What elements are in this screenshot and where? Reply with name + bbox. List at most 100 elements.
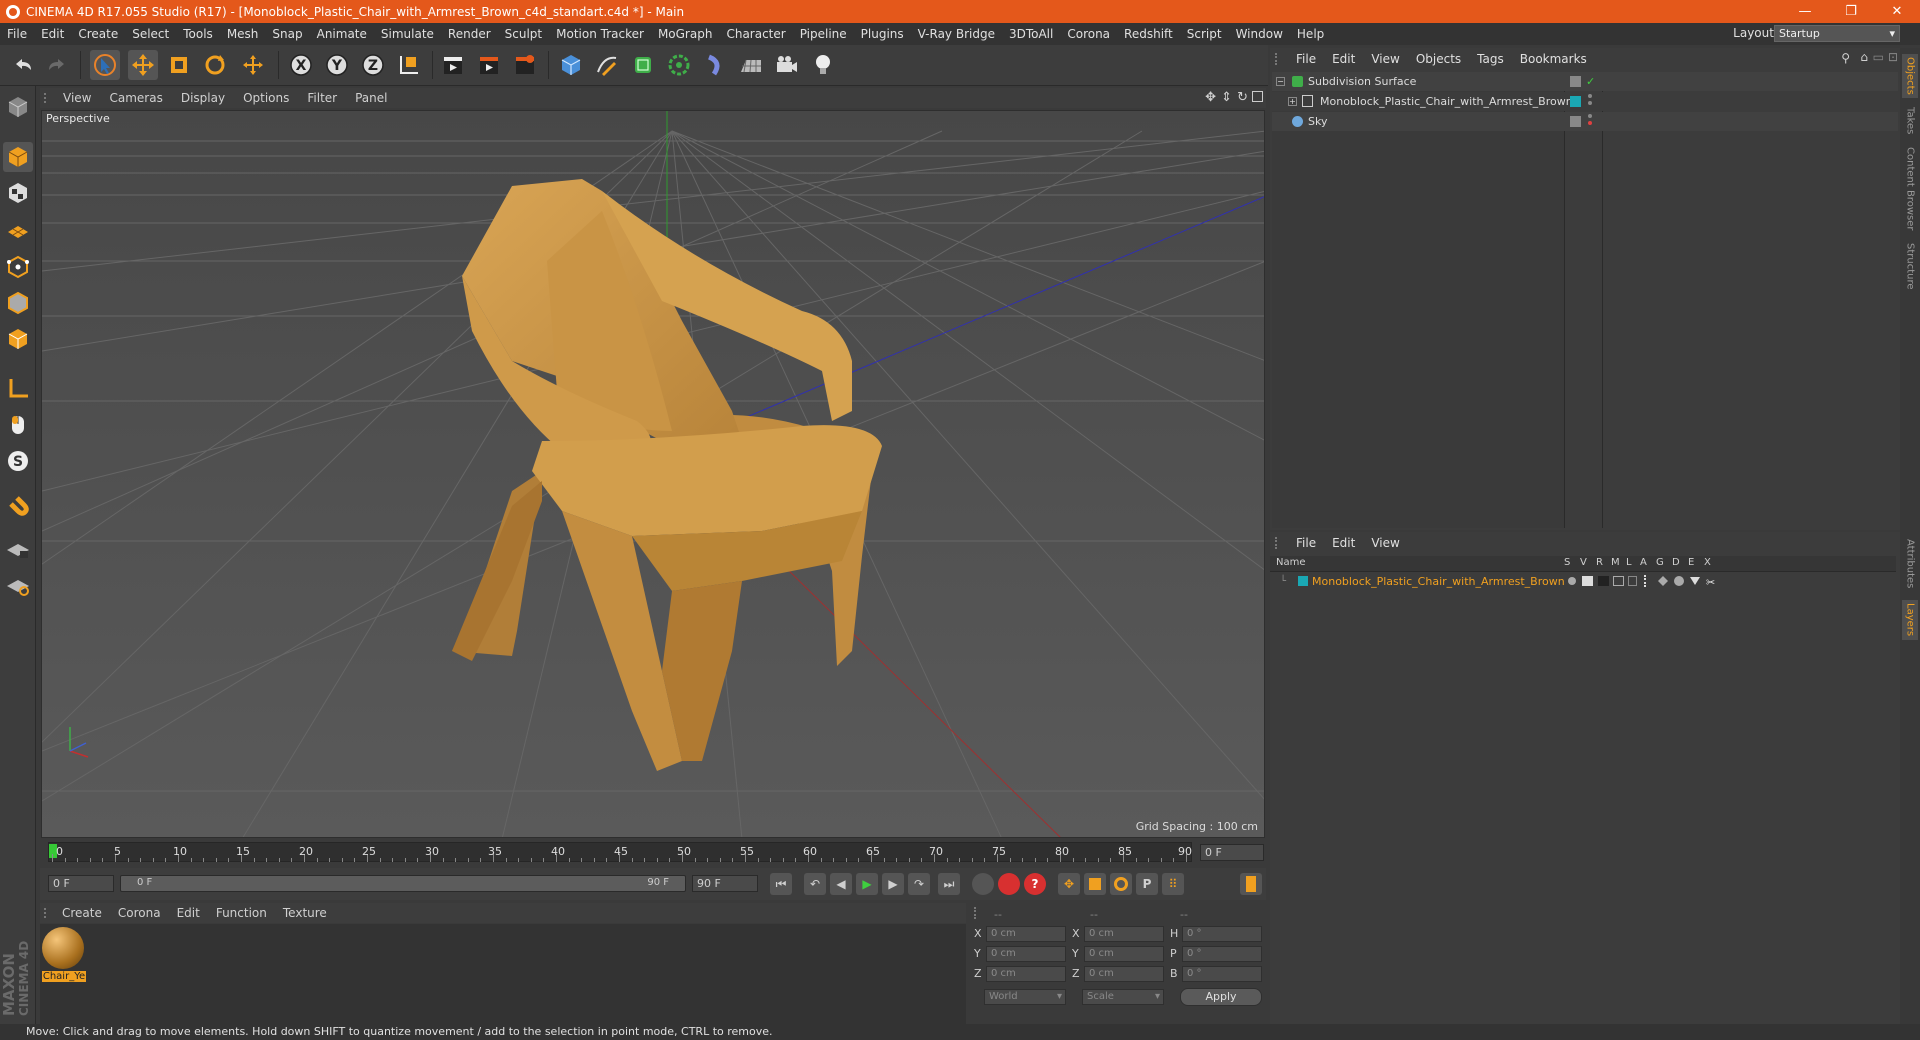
x-axis-lock-button[interactable]: X [286, 50, 316, 80]
pos-z-field[interactable]: 0 cm [986, 966, 1066, 982]
object-menu-tags[interactable]: Tags [1469, 52, 1512, 66]
record-button[interactable] [998, 873, 1020, 895]
viewport-menu-display[interactable]: Display [172, 91, 234, 105]
tab-layers[interactable]: Layers [1902, 600, 1918, 640]
material-menu-corona[interactable]: Corona [110, 906, 169, 920]
animation-icon[interactable] [1644, 575, 1648, 587]
apply-button[interactable]: Apply [1180, 988, 1262, 1006]
expand-icon[interactable]: ⊡ [1888, 50, 1898, 64]
object-row-subdivision[interactable]: − Subdivision Surface ✓ [1272, 72, 1898, 91]
menu-plugins[interactable]: Plugins [854, 27, 911, 41]
layer-col-xref[interactable]: X [1704, 557, 1711, 568]
menu-render[interactable]: Render [441, 27, 498, 41]
material-menu-edit[interactable]: Edit [169, 906, 208, 920]
layout-select[interactable]: Startup ▾ [1774, 25, 1900, 42]
generator-icon[interactable] [1658, 576, 1668, 586]
size-x-field[interactable]: 0 cm [1084, 926, 1164, 942]
tab-structure[interactable]: Structure [1902, 240, 1918, 292]
layer-toggle-icon[interactable] [1570, 116, 1581, 127]
menu-snap[interactable]: Snap [265, 27, 309, 41]
object-menu-file[interactable]: File [1288, 52, 1324, 66]
collapse-icon[interactable]: − [1276, 77, 1285, 86]
key-scale-button[interactable] [1084, 873, 1106, 895]
goto-start-button[interactable]: ⏮ [770, 873, 792, 895]
layer-col-render[interactable]: R [1596, 557, 1603, 568]
workplane-mode-button[interactable] [3, 214, 33, 244]
visibility-render-dot-icon[interactable] [1588, 101, 1592, 105]
menu-corona[interactable]: Corona [1060, 27, 1117, 41]
maximize-button[interactable]: ❐ [1828, 0, 1874, 23]
layer-menu-edit[interactable]: Edit [1324, 536, 1363, 550]
visibility-editor-dot-icon[interactable] [1588, 114, 1592, 118]
start-frame-field[interactable]: 0 F [48, 875, 114, 892]
model-mode-button[interactable] [3, 142, 33, 172]
menu-tools[interactable]: Tools [176, 27, 220, 41]
material-menu-function[interactable]: Function [208, 906, 275, 920]
layer-menu-file[interactable]: File [1288, 536, 1324, 550]
play-button[interactable]: ▶ [856, 873, 878, 895]
material-swatch[interactable]: Chair_Ye [42, 927, 86, 985]
layer-col-locked[interactable]: L [1626, 557, 1632, 568]
light-button[interactable] [808, 50, 838, 80]
goto-end-button[interactable]: ⏭ [938, 873, 960, 895]
object-row-chair[interactable]: + Monoblock_Plastic_Chair_with_Armrest_B… [1272, 92, 1898, 111]
deformer-button[interactable] [700, 50, 730, 80]
render-settings-button[interactable] [510, 50, 540, 80]
viewport-menu-cameras[interactable]: Cameras [100, 91, 171, 105]
menu-file[interactable]: File [0, 27, 34, 41]
planar-workplane-button[interactable] [3, 570, 33, 600]
menu-animate[interactable]: Animate [310, 27, 374, 41]
transform-tool-button[interactable] [238, 50, 268, 80]
xref-icon[interactable]: ✂ [1706, 574, 1715, 591]
floor-button[interactable] [736, 50, 766, 80]
menu-window[interactable]: Window [1229, 27, 1290, 41]
size-y-field[interactable]: 0 cm [1084, 946, 1164, 962]
layer-col-generators[interactable]: G [1656, 557, 1664, 568]
enabled-check-icon[interactable]: ✓ [1586, 72, 1595, 91]
layer-col-manager[interactable]: M [1611, 557, 1620, 568]
pos-y-field[interactable]: 0 cm [986, 946, 1066, 962]
lock-icon[interactable] [1628, 576, 1637, 586]
menu-3dtoall[interactable]: 3DToAll [1002, 27, 1060, 41]
rot-b-field[interactable]: 0 ° [1182, 966, 1262, 982]
key-position-button[interactable]: ✥ [1058, 873, 1080, 895]
expand-tree-icon[interactable]: + [1288, 97, 1297, 106]
menu-simulate[interactable]: Simulate [374, 27, 441, 41]
layer-col-animation[interactable]: A [1640, 557, 1647, 568]
visibility-render-dot-icon[interactable] [1588, 121, 1592, 125]
menu-sculpt[interactable]: Sculpt [498, 27, 549, 41]
object-menu-edit[interactable]: Edit [1324, 52, 1363, 66]
cloner-button[interactable] [664, 50, 694, 80]
expression-icon[interactable] [1690, 577, 1700, 585]
render-picture-viewer-button[interactable] [474, 50, 504, 80]
texture-mode-button[interactable] [3, 178, 33, 208]
tab-attributes[interactable]: Attributes [1902, 534, 1918, 594]
menu-script[interactable]: Script [1180, 27, 1229, 41]
material-menu-create[interactable]: Create [54, 906, 110, 920]
spline-pen-button[interactable] [592, 50, 622, 80]
redo-button[interactable] [42, 50, 72, 80]
rot-h-field[interactable]: 0 ° [1182, 926, 1262, 942]
object-menu-objects[interactable]: Objects [1408, 52, 1469, 66]
maximize-view-icon[interactable] [1252, 91, 1263, 102]
autokey-button[interactable]: ? [1024, 873, 1046, 895]
zoom-view-icon[interactable]: ⇕ [1221, 90, 1232, 105]
viewport-menu-panel[interactable]: Panel [346, 91, 396, 105]
layer-col-solo[interactable]: S [1564, 557, 1570, 568]
viewport-camera-label[interactable]: Perspective [46, 112, 110, 125]
render-view-button[interactable] [438, 50, 468, 80]
y-axis-lock-button[interactable]: Y [322, 50, 352, 80]
layer-row[interactable]: └ Monoblock_Plastic_Chair_with_Armrest_B… [1272, 573, 1898, 590]
polygons-mode-button[interactable] [3, 324, 33, 354]
object-menu-bookmarks[interactable]: Bookmarks [1512, 52, 1595, 66]
menu-select[interactable]: Select [125, 27, 176, 41]
undo-button[interactable] [8, 50, 38, 80]
layer-col-expressions[interactable]: E [1688, 557, 1694, 568]
end-frame-field[interactable]: 90 F [692, 875, 758, 892]
perspective-viewport[interactable]: Perspective Grid Spacing : 100 cm [41, 110, 1265, 838]
layer-toggle-icon[interactable] [1570, 76, 1581, 87]
menu-mograph[interactable]: MoGraph [651, 27, 720, 41]
deformer-icon[interactable] [1674, 576, 1684, 586]
menu-help[interactable]: Help [1290, 27, 1331, 41]
object-row-sky[interactable]: Sky [1272, 112, 1898, 131]
